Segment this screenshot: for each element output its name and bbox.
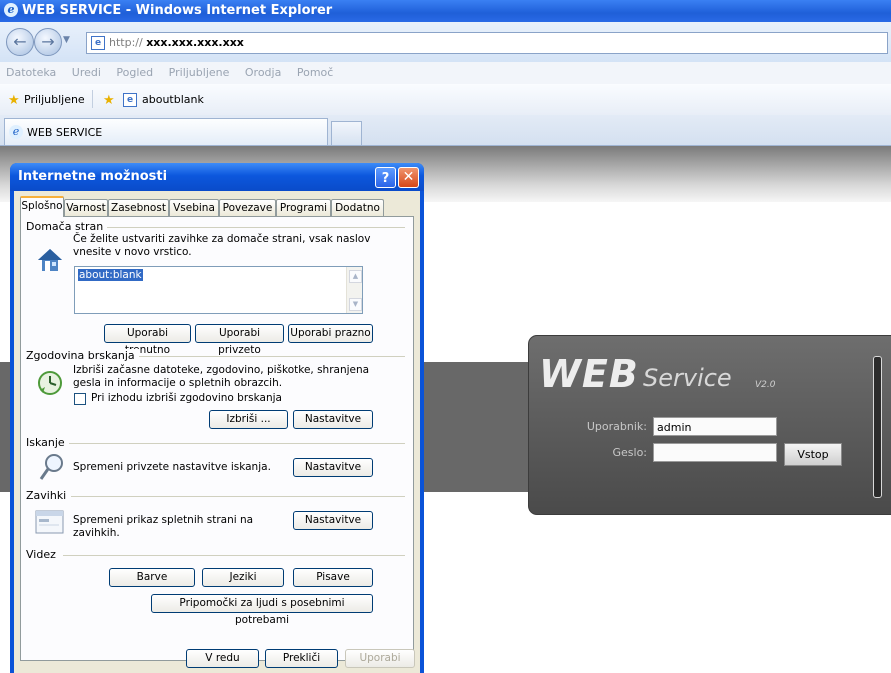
appearance-group-label: Videz	[26, 548, 60, 561]
tabs-group-label: Zavihki	[26, 489, 71, 502]
delete-on-exit-label: Pri izhodu izbriši zgodovino brskanja	[91, 392, 282, 404]
tab-general[interactable]: Splošno	[20, 196, 64, 217]
search-settings-button[interactable]: Nastavitve	[293, 458, 373, 477]
history-settings-button[interactable]: Nastavitve	[293, 410, 373, 429]
favorites-bar: ★ Priljubljene ★ e aboutblank	[0, 84, 891, 116]
cancel-button[interactable]: Prekliči	[265, 649, 338, 668]
password-label: Geslo:	[612, 446, 647, 459]
address-bar-row: ← → ▼ e http:// xxx.xxx.xxx.xxx	[0, 22, 891, 63]
login-button[interactable]: Vstop	[784, 443, 842, 466]
logo-web: WEB	[539, 352, 639, 396]
ie-logo-icon: e	[4, 3, 18, 17]
group-line	[133, 356, 405, 357]
home-icon	[37, 247, 63, 273]
tab-web-service[interactable]: e WEB SERVICE	[4, 118, 328, 145]
back-button[interactable]: ←	[6, 28, 34, 56]
menu-item-favorites[interactable]: Priljubljene	[169, 66, 230, 79]
use-default-button[interactable]: Uporabi privzeto	[195, 324, 284, 356]
tab-advanced[interactable]: Dodatno	[331, 199, 384, 216]
forward-button[interactable]: →	[34, 28, 62, 56]
search-group-label: Iskanje	[26, 436, 69, 449]
group-line	[71, 496, 405, 497]
home-page-textarea[interactable]: about:blank ▲ ▼	[74, 266, 363, 314]
history-dropdown-icon[interactable]: ▼	[63, 35, 70, 45]
address-host: xxx.xxx.xxx.xxx	[146, 36, 244, 49]
menu-item-file[interactable]: Datoteka	[6, 66, 56, 79]
tab-label: WEB SERVICE	[27, 126, 103, 139]
panel-edge-handle	[873, 356, 882, 498]
use-current-button[interactable]: Uporabi trenutno	[104, 324, 191, 356]
login-panel: WEB Service V2.0 Uporabnik: admin Geslo:…	[528, 335, 891, 515]
menu-item-view[interactable]: Pogled	[116, 66, 153, 79]
new-tab-button[interactable]	[331, 121, 362, 145]
group-line	[101, 227, 405, 228]
menu-bar: Datoteka Uredi Pogled Priljubljene Orodj…	[0, 62, 891, 84]
tabs-description: Spremeni prikaz spletnih strani na zavih…	[73, 514, 254, 539]
close-button[interactable]: ✕	[398, 167, 419, 188]
home-group-label: Domača stran	[26, 220, 108, 233]
dialog-title: Internetne možnosti	[18, 169, 168, 184]
tabs-window-icon	[35, 508, 65, 536]
history-clock-icon	[37, 370, 63, 396]
tab-bar: e WEB SERVICE	[0, 115, 891, 146]
address-input[interactable]: e http:// xxx.xxx.xxx.xxx	[86, 32, 888, 54]
tab-security[interactable]: Varnost	[64, 199, 108, 216]
accessibility-button[interactable]: Pripomočki za ljudi s posebnimi potrebam…	[151, 594, 373, 626]
languages-button[interactable]: Jeziki	[202, 568, 284, 587]
history-group-label: Zgodovina brskanja	[26, 349, 139, 362]
logo-service: Service	[643, 364, 732, 392]
favorite-link-aboutblank[interactable]: aboutblank	[142, 93, 204, 106]
home-page-url: about:blank	[78, 269, 143, 281]
tab-privacy[interactable]: Zasebnost	[108, 199, 169, 216]
scroll-down-icon[interactable]: ▼	[349, 298, 362, 311]
password-input[interactable]	[653, 443, 777, 462]
ie-logo-icon: e	[9, 125, 23, 139]
window-title: WEB SERVICE - Windows Internet Explorer	[22, 3, 333, 18]
menu-item-edit[interactable]: Uredi	[72, 66, 101, 79]
window-titlebar: e WEB SERVICE - Windows Internet Explore…	[0, 0, 891, 22]
tab-programs[interactable]: Programi	[276, 199, 331, 216]
scroll-up-icon[interactable]: ▲	[349, 270, 362, 283]
general-tab-panel: Domača stran Če želite ustvariti zavihke…	[20, 216, 414, 661]
use-blank-button[interactable]: Uporabi prazno	[288, 324, 373, 343]
page-icon: e	[123, 93, 137, 107]
menu-item-tools[interactable]: Orodja	[245, 66, 281, 79]
history-description: Izbriši začasne datoteke, zgodovino, piš…	[73, 364, 370, 389]
search-description: Spremeni privzete nastavitve iskanja.	[73, 461, 271, 473]
address-prefix: http://	[109, 36, 143, 49]
divider	[92, 90, 93, 108]
tab-content[interactable]: Vsebina	[169, 199, 219, 216]
colors-button[interactable]: Barve	[109, 568, 195, 587]
delete-on-exit-checkbox[interactable]	[74, 393, 86, 405]
username-input[interactable]: admin	[653, 417, 777, 436]
delete-history-button[interactable]: Izbriši ...	[209, 410, 288, 429]
menu-item-help[interactable]: Pomoč	[297, 66, 333, 79]
dialog-titlebar: Internetne možnosti ? ✕	[10, 163, 424, 191]
textarea-scrollbar[interactable]: ▲ ▼	[346, 267, 362, 313]
internet-options-dialog: Internetne možnosti ? ✕ Splošno Varnost …	[10, 163, 424, 673]
logo-version: V2.0	[755, 380, 776, 390]
add-favorite-icon[interactable]: ★	[103, 93, 115, 108]
page-icon: e	[91, 36, 105, 50]
search-magnifier-icon	[39, 453, 65, 481]
group-line	[63, 555, 405, 556]
help-button[interactable]: ?	[375, 167, 396, 188]
favorites-button[interactable]: Priljubljene	[24, 93, 85, 106]
home-description: Če želite ustvariti zavihke za domače st…	[73, 233, 371, 258]
dialog-body: Splošno Varnost Zasebnost Vsebina Poveza…	[14, 191, 420, 673]
apply-button: Uporabi	[345, 649, 415, 668]
ok-button[interactable]: V redu	[186, 649, 259, 668]
tab-connections[interactable]: Povezave	[219, 199, 276, 216]
fonts-button[interactable]: Pisave	[293, 568, 373, 587]
group-line	[69, 443, 405, 444]
tabs-settings-button[interactable]: Nastavitve	[293, 511, 373, 530]
favorites-star-icon: ★	[8, 93, 20, 108]
username-label: Uporabnik:	[586, 420, 647, 433]
